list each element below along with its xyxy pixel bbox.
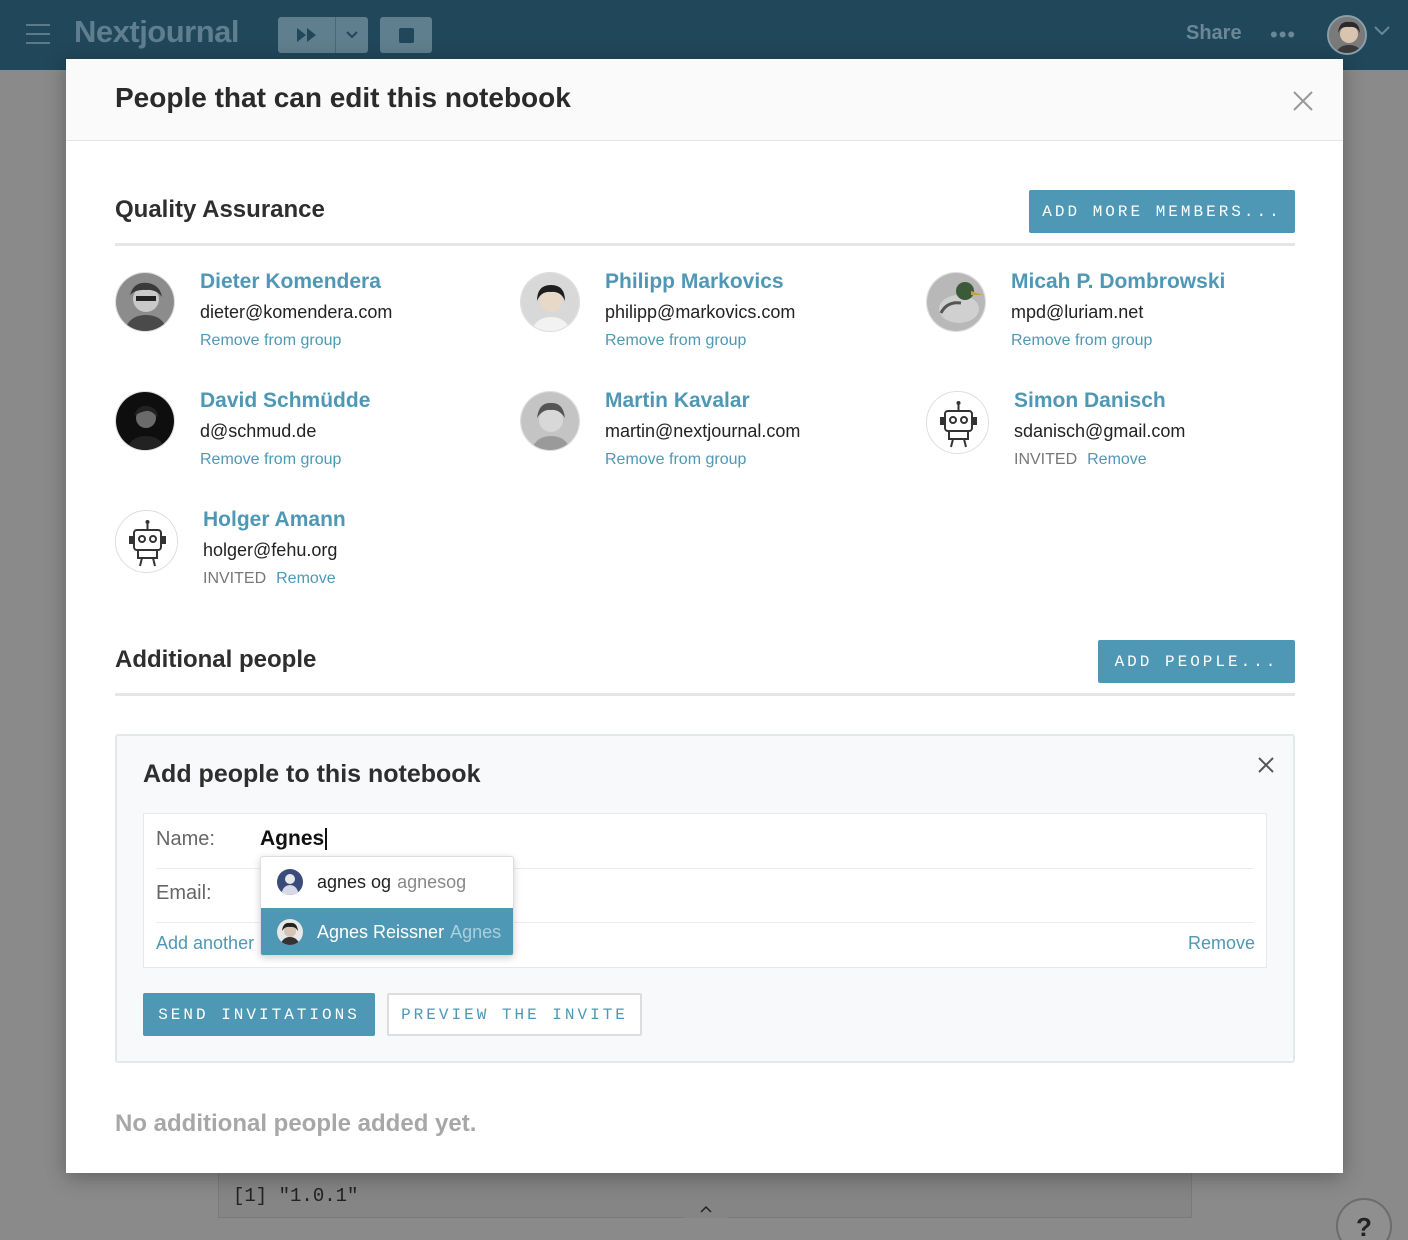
add-people-button[interactable]: ADD PEOPLE... (1098, 640, 1295, 683)
section-divider (115, 243, 1295, 246)
stop-button[interactable] (380, 17, 432, 53)
remove-from-group-link[interactable]: Remove from group (200, 451, 341, 469)
remove-row-link[interactable]: Remove (1188, 933, 1255, 954)
member-name[interactable]: Simon Danisch (1014, 389, 1166, 413)
member-name[interactable]: Philipp Markovics (605, 270, 784, 294)
edit-permissions-modal: People that can edit this notebook Quali… (66, 59, 1343, 1173)
text-caret (325, 828, 328, 851)
member-email: sdanisch@gmail.com (1014, 421, 1186, 441)
robot-avatar-icon (115, 510, 178, 573)
stop-icon (398, 27, 414, 43)
avatar (277, 869, 303, 895)
user-avatar[interactable] (1327, 15, 1367, 55)
fast-forward-icon[interactable] (278, 17, 336, 53)
name-input-value: Agnes (260, 827, 325, 850)
empty-state-note: No additional people added yet. (115, 1110, 477, 1137)
add-another-link[interactable]: Add another (156, 933, 254, 954)
account-chevron-icon[interactable] (1373, 24, 1391, 42)
member-status: INVITED Remove (1014, 451, 1147, 469)
suggestion-item[interactable]: agnes og agnesog (261, 858, 513, 906)
avatar (520, 391, 580, 451)
run-all-button[interactable] (278, 17, 368, 53)
avatar (520, 272, 580, 332)
member-email: d@schmud.de (200, 421, 317, 441)
help-button[interactable]: ? (1336, 1198, 1392, 1240)
invited-badge: INVITED (203, 570, 267, 587)
robot-avatar-icon (926, 391, 989, 454)
avatar (926, 272, 986, 332)
add-more-members-button[interactable]: ADD MORE MEMBERS... (1029, 190, 1295, 233)
name-label: Name: (156, 828, 215, 850)
suggestion-handle: Agnes (450, 921, 502, 942)
email-label: Email: (156, 882, 212, 904)
name-input[interactable]: Agnes (260, 827, 328, 851)
suggestion-name: Agnes Reissner (317, 921, 445, 942)
member-name[interactable]: David Schmüdde (200, 389, 370, 413)
brand-logo[interactable]: Nextjournal (74, 14, 240, 50)
member-name[interactable]: Dieter Komendera (200, 270, 381, 294)
suggestion-item-selected[interactable]: Agnes Reissner Agnes (261, 908, 513, 955)
panel-title: Add people to this notebook (143, 760, 481, 788)
close-icon[interactable] (1292, 90, 1314, 117)
member-name[interactable]: Martin Kavalar (605, 389, 750, 413)
suggestion-name: agnes og (317, 871, 392, 892)
name-suggestions-dropdown: agnes og agnesog Agnes Reissner Agnes (260, 856, 514, 956)
close-icon[interactable] (1257, 756, 1275, 779)
modal-header: People that can edit this notebook (66, 59, 1343, 141)
remove-from-group-link[interactable]: Remove from group (605, 451, 746, 469)
avatar (115, 391, 175, 451)
section-divider (115, 693, 1295, 696)
group-title: Quality Assurance (115, 196, 325, 223)
member-name[interactable]: Holger Amann (203, 508, 346, 532)
invited-badge: INVITED (1014, 451, 1078, 468)
additional-people-title: Additional people (115, 646, 317, 673)
member-email: philipp@markovics.com (605, 302, 796, 322)
modal-title: People that can edit this notebook (115, 82, 571, 113)
member-status: INVITED Remove (203, 570, 336, 588)
chevron-down-icon[interactable] (336, 17, 368, 53)
avatar (277, 919, 303, 945)
menu-icon[interactable] (26, 24, 50, 44)
remove-from-group-link[interactable]: Remove from group (200, 332, 341, 350)
remove-link[interactable]: Remove (1087, 451, 1147, 468)
share-button[interactable]: Share (1186, 22, 1242, 45)
member-email: martin@nextjournal.com (605, 421, 801, 441)
more-options-icon[interactable]: ••• (1270, 22, 1296, 48)
member-email: mpd@luriam.net (1011, 302, 1144, 322)
remove-link[interactable]: Remove (276, 570, 336, 587)
member-email: dieter@komendera.com (200, 302, 393, 322)
member-name[interactable]: Micah P. Dombrowski (1011, 270, 1225, 294)
preview-invite-button[interactable]: PREVIEW THE INVITE (387, 993, 642, 1036)
chevron-up-icon[interactable] (684, 1200, 728, 1218)
send-invitations-button[interactable]: SEND INVITATIONS (143, 993, 375, 1036)
remove-from-group-link[interactable]: Remove from group (1011, 332, 1152, 350)
suggestion-handle: agnesog (397, 871, 467, 892)
remove-from-group-link[interactable]: Remove from group (605, 332, 746, 350)
avatar (115, 272, 175, 332)
member-email: holger@fehu.org (203, 540, 338, 560)
